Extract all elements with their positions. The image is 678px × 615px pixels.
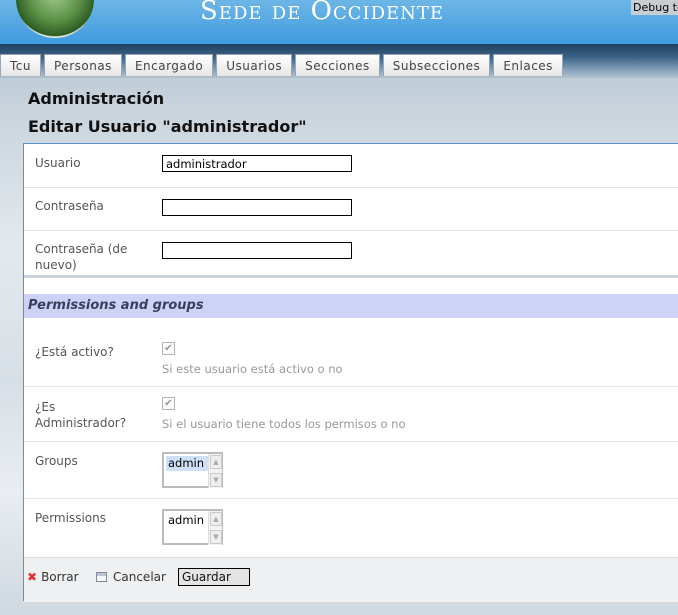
tab-encargado[interactable]: Encargado <box>124 54 214 76</box>
activo-checkbox[interactable]: ✔ <box>162 342 175 355</box>
password-confirm-row: Contraseña (de nuevo) <box>24 231 678 275</box>
activo-row: ¿Está activo? ✔ Si este usuario está act… <box>24 318 678 387</box>
tab-usuarios[interactable]: Usuarios <box>216 54 293 76</box>
groups-scrollbar[interactable]: ▲ ▼ <box>208 454 222 488</box>
debug-toolbar-toggle[interactable]: Debug toolbar <box>631 0 678 15</box>
page-subtitle: Editar Usuario "administrador" <box>28 117 307 136</box>
scroll-down-icon[interactable]: ▼ <box>210 530 222 544</box>
permissions-select[interactable]: admin ▲ ▼ <box>162 509 223 545</box>
tab-enlaces[interactable]: Enlaces <box>493 54 563 76</box>
main-nav: Tcu Personas Encargado Usuarios Seccione… <box>0 54 566 76</box>
tab-personas[interactable]: Personas <box>44 54 122 76</box>
groups-label: Groups <box>35 454 78 468</box>
scroll-down-icon[interactable]: ▼ <box>210 473 222 487</box>
permissions-section-header: Permissions and groups <box>24 294 678 318</box>
cancel-label: Cancelar <box>113 570 166 584</box>
usuario-label: Usuario <box>35 156 81 170</box>
user-edit-form: Usuario Contraseña Contraseña (de nuevo)… <box>23 143 678 602</box>
admin-label: ¿Es Administrador? <box>35 400 127 430</box>
scroll-up-icon[interactable]: ▲ <box>210 455 222 469</box>
cancel-button[interactable]: Cancelar <box>96 570 166 584</box>
x-icon: ✖ <box>27 570 38 584</box>
activo-help: Si este usuario está activo o no <box>162 362 343 376</box>
admin-row: ¿Es Administrador? ✔ Si el usuario tiene… <box>24 387 678 442</box>
permissions-row: Permissions admin ▲ ▼ <box>24 499 678 557</box>
check-icon: ✔ <box>164 398 173 409</box>
groups-option[interactable]: admin <box>166 456 208 471</box>
usuario-row: Usuario <box>24 144 678 188</box>
tab-subsecciones[interactable]: Subsecciones <box>382 54 491 76</box>
form-actions: ✖ Borrar Cancelar Guardar <box>24 557 678 602</box>
password-confirm-label: Contraseña (de nuevo) <box>35 242 128 272</box>
groups-row: Groups admin ▲ ▼ <box>24 442 678 499</box>
site-banner: Sede de Occidente Debug toolbar <box>0 0 678 44</box>
delete-button[interactable]: ✖ Borrar <box>27 570 79 584</box>
delete-label: Borrar <box>41 570 79 584</box>
permissions-option[interactable]: admin <box>166 513 208 528</box>
admin-checkbox[interactable]: ✔ <box>162 397 175 410</box>
admin-help: Si el usuario tiene todos los permisos o… <box>162 417 406 431</box>
university-logo <box>16 0 94 38</box>
tab-tcu[interactable]: Tcu <box>0 54 41 76</box>
site-title: Sede de Occidente <box>200 0 445 26</box>
password-label: Contraseña <box>35 199 104 213</box>
check-icon: ✔ <box>164 343 173 354</box>
groups-select[interactable]: admin ▲ ▼ <box>162 452 223 488</box>
usuario-input[interactable] <box>162 155 352 172</box>
permissions-scrollbar[interactable]: ▲ ▼ <box>208 511 222 545</box>
page-title: Administración <box>28 89 165 108</box>
tab-secciones[interactable]: Secciones <box>295 54 380 76</box>
fieldset-divider <box>24 275 678 278</box>
password-input[interactable] <box>162 199 352 216</box>
password-confirm-input[interactable] <box>162 242 352 259</box>
password-row: Contraseña <box>24 188 678 231</box>
permissions-label: Permissions <box>35 511 106 525</box>
activo-label: ¿Está activo? <box>35 345 114 359</box>
scroll-up-icon[interactable]: ▲ <box>210 512 222 526</box>
save-button[interactable]: Guardar <box>178 568 250 586</box>
calendar-icon <box>96 572 107 582</box>
